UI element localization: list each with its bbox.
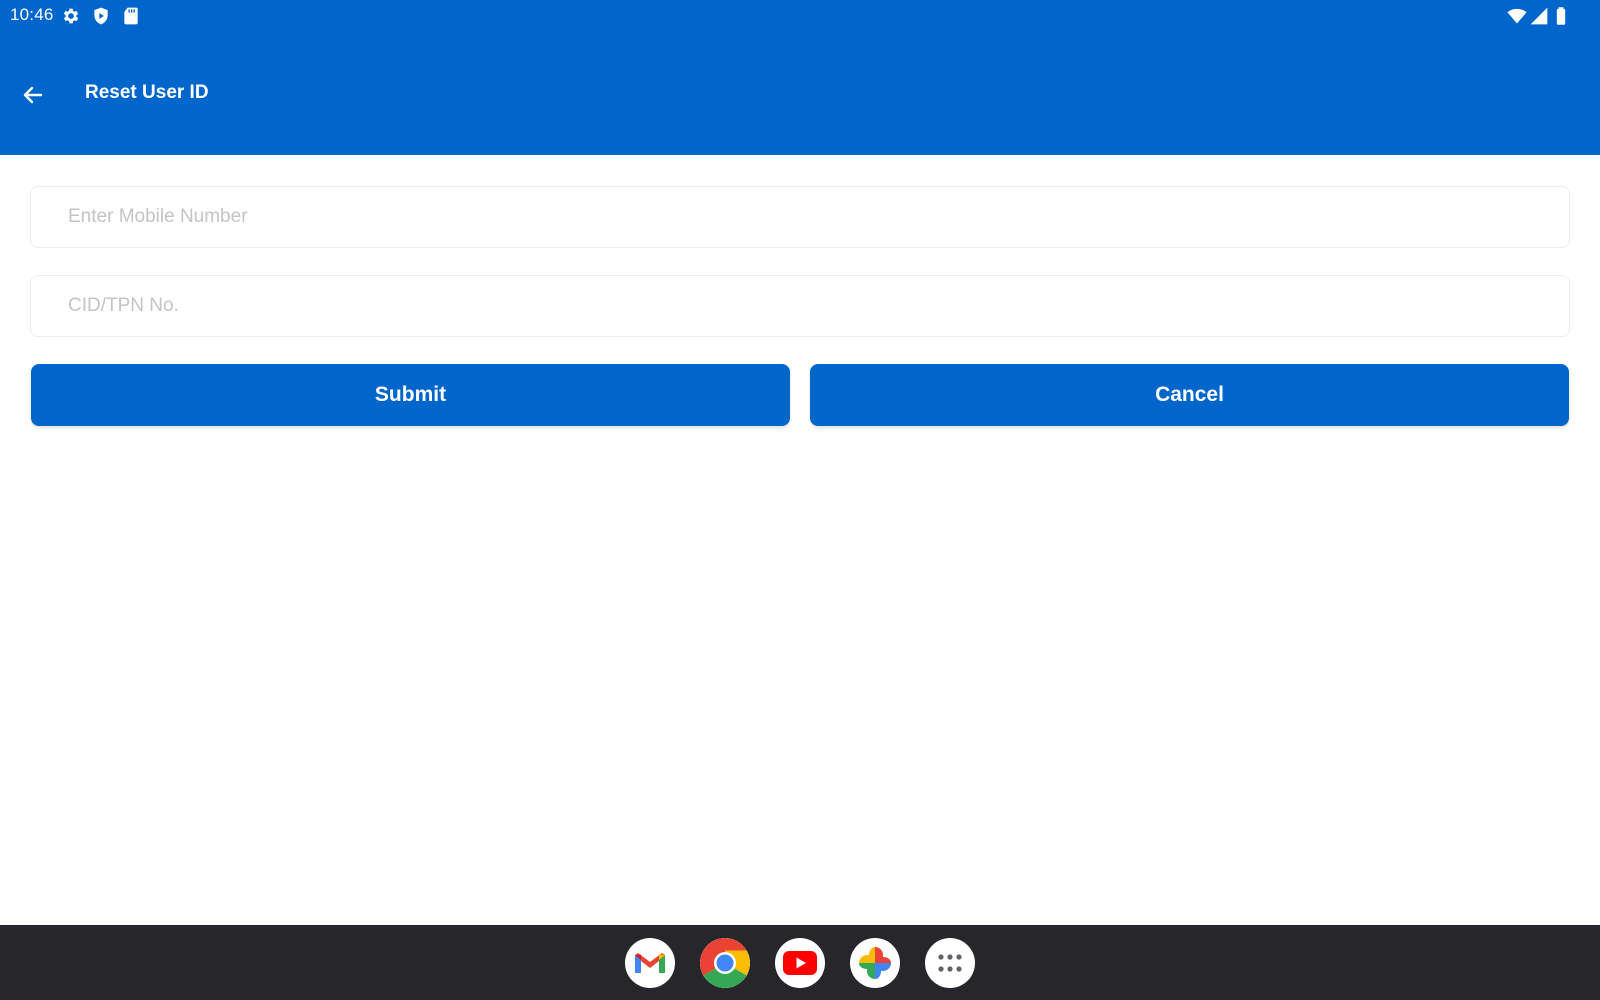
app-bar: 10:46 Reset User ID [0, 0, 1600, 155]
cid-tpn-field[interactable] [30, 275, 1570, 337]
app-drawer-icon[interactable] [925, 938, 975, 988]
chrome-icon[interactable] [700, 938, 750, 988]
chrome-logo [700, 938, 750, 988]
gmail-icon[interactable] [625, 938, 675, 988]
submit-button[interactable]: Submit [31, 364, 790, 426]
page-title: Reset User ID [85, 82, 209, 103]
gear-icon [63, 8, 79, 24]
sd-card-icon [124, 7, 138, 25]
youtube-logo [783, 951, 817, 975]
signal-icon [1530, 7, 1548, 25]
mobile-number-field[interactable] [30, 186, 1570, 248]
cid-tpn-input[interactable] [31, 276, 1569, 336]
status-time: 10:46 [10, 5, 54, 24]
gmail-logo [635, 953, 665, 973]
photos-icon[interactable] [850, 938, 900, 988]
back-button[interactable] [14, 76, 52, 114]
shield-icon [94, 7, 108, 25]
cancel-button[interactable]: Cancel [810, 364, 1569, 426]
app-drawer-dots [938, 954, 962, 972]
arrow-left-icon [23, 86, 43, 104]
photos-logo [859, 947, 891, 979]
youtube-icon[interactable] [775, 938, 825, 988]
cancel-button-label: Cancel [1155, 383, 1224, 406]
mobile-number-input[interactable] [31, 187, 1569, 247]
submit-button-label: Submit [374, 383, 447, 406]
status-bar: 10:46 [0, 0, 1600, 32]
wifi-icon [1507, 8, 1527, 24]
battery-icon [1556, 7, 1566, 25]
